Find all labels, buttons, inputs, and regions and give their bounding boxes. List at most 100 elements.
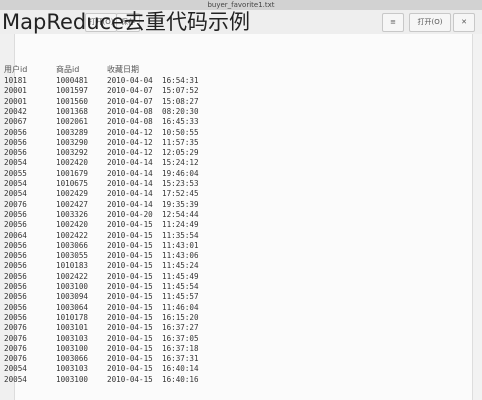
time-cell: 11:24:49: [162, 220, 199, 230]
table-row: 20001 1001597 2010-04-07 15:07:52: [0, 86, 482, 96]
date-cell: 2010-04-08: [107, 117, 153, 127]
item-id-cell: 1003289: [56, 127, 89, 137]
user-id-cell: 20001: [4, 86, 27, 96]
date-cell: 2010-04-15: [107, 251, 153, 261]
time-cell: 08:20:30: [162, 106, 199, 116]
table-row: 20056 1002422 2010-04-15 11:45:49: [0, 272, 482, 282]
table-row: 20056 1010183 2010-04-15 11:45:24: [0, 261, 482, 271]
table-row: 20076 1003103 2010-04-15 16:37:05: [0, 334, 482, 344]
item-id-cell: 1003100: [56, 282, 89, 291]
time-cell: 16:15:20: [162, 312, 199, 322]
date-cell: 2010-04-07: [107, 86, 153, 96]
time-cell: 15:24:12: [162, 158, 199, 168]
table-row: 20056 1003326 2010-04-20 12:54:44: [0, 210, 482, 220]
item-id-cell: 1003103: [56, 364, 89, 374]
table-row: 20076 1002427 2010-04-14 19:35:39: [0, 200, 482, 210]
table-row: 20054 1002420 2010-04-14 15:24:12: [0, 158, 482, 168]
table-row: 20054 1002429 2010-04-14 17:52:45: [0, 189, 482, 199]
item-id-cell: 1003094: [56, 292, 89, 302]
date-cell: 2010-04-08: [107, 106, 153, 116]
time-cell: 15:07:52: [162, 86, 199, 96]
header-item-id: 商品id: [56, 65, 80, 74]
user-id-cell: 20064: [4, 230, 27, 240]
user-id-cell: 20054: [4, 189, 27, 199]
time-cell: 10:50:55: [162, 127, 199, 137]
date-cell: 2010-04-15: [107, 312, 153, 322]
open-file-button[interactable]: 打开(O): [409, 13, 451, 32]
item-id-cell: 1002429: [56, 189, 89, 199]
date-cell: 2010-04-15: [107, 354, 153, 364]
time-cell: 11:46:04: [162, 302, 199, 312]
date-cell: 2010-04-15: [107, 240, 153, 250]
user-id-cell: 20056: [4, 312, 27, 322]
item-id-cell: 1002422: [56, 230, 89, 240]
user-id-cell: 20055: [4, 168, 27, 178]
user-id-cell: 20056: [4, 261, 27, 271]
item-id-cell: 1001597: [56, 86, 89, 96]
table-row: 20076 1003100 2010-04-15 16:37:18: [0, 344, 482, 354]
user-id-cell: 20001: [4, 96, 27, 106]
date-cell: 2010-04-04: [107, 76, 153, 85]
date-cell: 2010-04-15: [107, 343, 153, 353]
date-cell: 2010-04-14: [107, 179, 153, 188]
table-row: 20055 1001679 2010-04-14 19:46:04: [0, 169, 482, 179]
close-icon[interactable]: ✕: [453, 13, 475, 32]
user-id-cell: 20056: [4, 137, 27, 147]
date-cell: 2010-04-15: [107, 282, 153, 291]
user-id-cell: 20054: [4, 364, 27, 374]
user-id-cell: 10181: [4, 76, 27, 85]
user-id-cell: 20056: [4, 251, 27, 261]
item-id-cell: 1003100: [56, 374, 89, 384]
user-id-cell: 20056: [4, 282, 27, 291]
user-id-cell: 20076: [4, 354, 27, 364]
date-cell: 2010-04-12: [107, 127, 153, 137]
item-id-cell: 1000481: [56, 76, 89, 85]
user-id-cell: 20076: [4, 323, 27, 333]
time-cell: 19:35:39: [162, 199, 199, 209]
header-fav-date: 收藏日期: [107, 65, 139, 74]
date-cell: 2010-04-15: [107, 333, 153, 343]
time-cell: 16:37:05: [162, 333, 199, 343]
text-editor-area[interactable]: 用户id 商品id 收藏日期 10181 1000481 2010-04-04 16:…: [0, 34, 482, 400]
time-cell: 16:37:18: [162, 343, 199, 353]
date-cell: 2010-04-12: [107, 148, 153, 158]
table-row: 20054 1003103 2010-04-15 16:40:14: [0, 364, 482, 374]
vertical-scrollbar[interactable]: [472, 34, 482, 400]
time-cell: 16:45:33: [162, 117, 199, 127]
menu-icon[interactable]: ≡: [382, 13, 404, 32]
time-cell: 11:45:24: [162, 261, 199, 271]
time-cell: 16:40:16: [162, 374, 199, 384]
date-cell: 2010-04-15: [107, 323, 153, 333]
item-id-cell: 1003292: [56, 148, 89, 158]
time-cell: 15:08:27: [162, 96, 199, 106]
table-row: 20042 1001368 2010-04-08 08:20:30: [0, 107, 482, 117]
time-cell: 16:37:27: [162, 323, 199, 333]
time-cell: 19:46:04: [162, 168, 199, 178]
item-id-cell: 1003066: [56, 240, 89, 250]
time-cell: 12:54:44: [162, 209, 199, 219]
user-id-cell: 20076: [4, 343, 27, 353]
date-cell: 2010-04-15: [107, 302, 153, 312]
item-id-cell: 1002422: [56, 271, 89, 281]
item-id-cell: 1002420: [56, 158, 89, 168]
time-cell: 16:37:31: [162, 354, 199, 364]
table-row: 20056 1010178 2010-04-15 16:15:20: [0, 313, 482, 323]
item-id-cell: 1003103: [56, 333, 89, 343]
item-id-cell: 1003055: [56, 251, 89, 261]
item-id-cell: 1002061: [56, 117, 89, 127]
time-cell: 16:54:31: [162, 76, 199, 85]
table-row: 20067 1002061 2010-04-08 16:45:33: [0, 117, 482, 127]
user-id-cell: 20054: [4, 158, 27, 168]
table-row: 20056 1003100 2010-04-15 11:45:54: [0, 282, 482, 292]
user-id-cell: 20056: [4, 127, 27, 137]
item-id-cell: 1003326: [56, 209, 89, 219]
item-id-cell: 1010675: [56, 179, 89, 188]
user-id-cell: 20067: [4, 117, 27, 127]
time-cell: 15:23:53: [162, 179, 199, 188]
user-id-cell: 20042: [4, 106, 27, 116]
date-cell: 2010-04-15: [107, 292, 153, 302]
item-id-cell: 1003066: [56, 354, 89, 364]
date-cell: 2010-04-15: [107, 230, 153, 240]
item-id-cell: 1003064: [56, 302, 89, 312]
header-user-id: 用户id: [4, 65, 28, 74]
